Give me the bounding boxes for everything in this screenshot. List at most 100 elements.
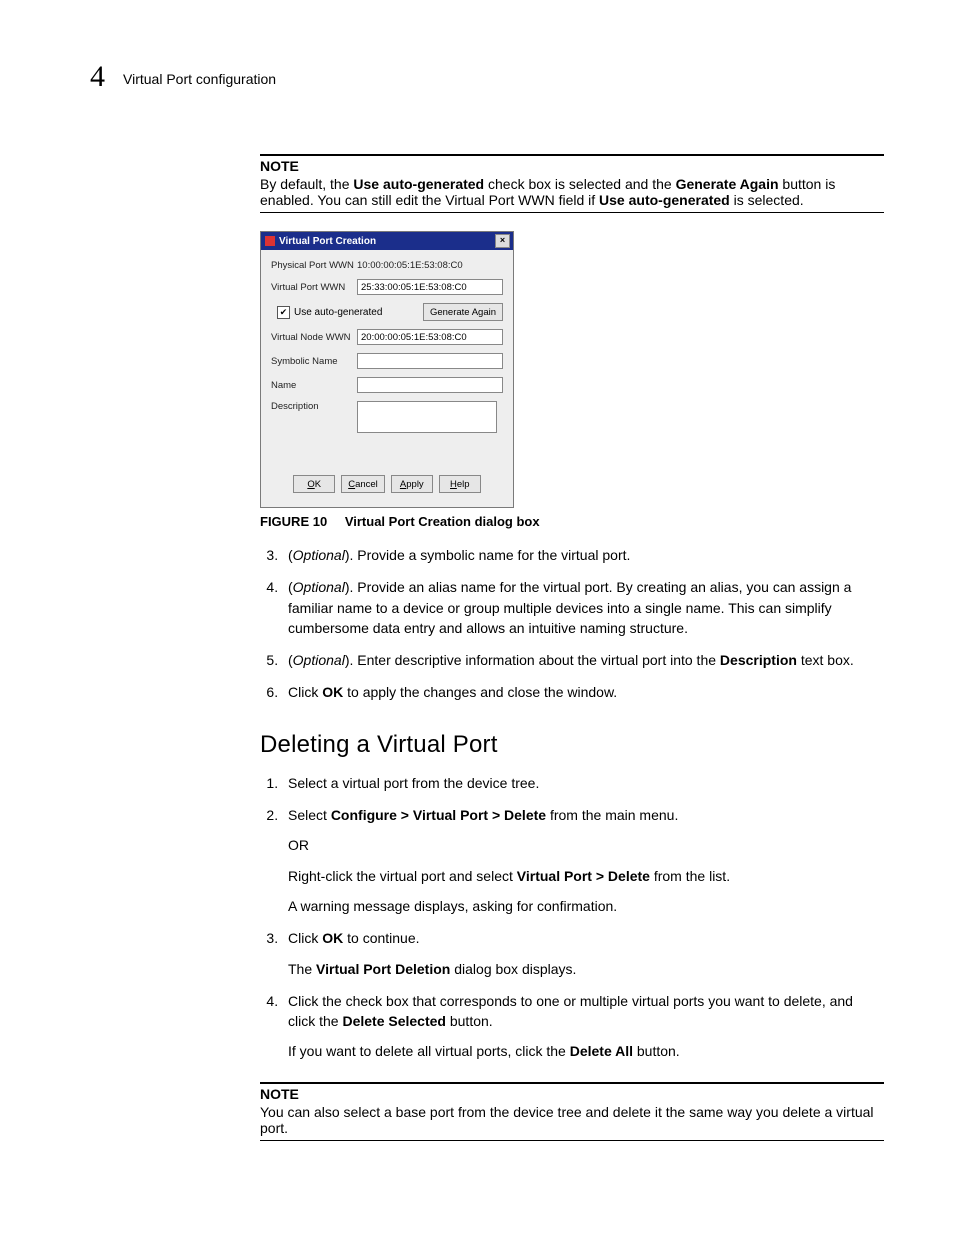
steps-continued: (Optional). Provide a symbolic name for … [260, 545, 884, 703]
label-physical-port-wwn: Physical Port WWN [271, 260, 357, 271]
result-line: The Virtual Port Deletion dialog box dis… [288, 959, 884, 979]
virtual-port-creation-dialog: Virtual Port Creation × Physical Port WW… [260, 231, 514, 508]
row-use-auto-generated: ✔ Use auto-generated Generate Again [277, 303, 503, 321]
text-bold: Delete Selected [342, 1013, 446, 1029]
text-bold: Delete All [570, 1043, 633, 1059]
text: check box is selected and the [484, 176, 675, 192]
text: Right-click the virtual port and select [288, 868, 517, 884]
virtual-node-wwn-input[interactable] [357, 329, 503, 345]
section-heading-deleting: Deleting a Virtual Port [260, 731, 884, 759]
text: Click [288, 684, 322, 700]
text: from the list. [650, 868, 730, 884]
text-ital: Optional [293, 652, 345, 668]
text-bold: Use auto-generated [353, 176, 484, 192]
note2-body: You can also select a base port from the… [260, 1104, 884, 1136]
text: ). Provide a symbolic name for the virtu… [345, 547, 631, 563]
text-ital: Optional [293, 547, 345, 563]
name-input[interactable] [357, 377, 503, 393]
step-6: Click OK to apply the changes and close … [282, 682, 884, 702]
alt-line: Right-click the virtual port and select … [288, 866, 884, 886]
label-use-auto-generated: Use auto-generated [294, 307, 382, 318]
text: text box. [797, 652, 854, 668]
label-description: Description [271, 401, 357, 412]
row-name: Name [271, 377, 503, 393]
note2-rule-bottom [260, 1140, 884, 1141]
text: to continue. [343, 930, 419, 946]
text-bold: Use auto-generated [599, 192, 730, 208]
virtual-port-wwn-input[interactable] [357, 279, 503, 295]
text: button. [633, 1043, 680, 1059]
step-4: (Optional). Provide an alias name for th… [282, 577, 884, 638]
text-bold: Configure > Virtual Port > Delete [331, 807, 546, 823]
step-5: (Optional). Enter descriptive informatio… [282, 650, 884, 670]
ok-button[interactable]: OK [293, 475, 335, 493]
text: Select [288, 807, 331, 823]
page-header: 4 Virtual Port configuration [90, 60, 884, 94]
del-step-1: Select a virtual port from the device tr… [282, 773, 884, 793]
row-symbolic-name: Symbolic Name [271, 353, 503, 369]
row-description: Description [271, 401, 503, 433]
text-ital: Optional [293, 579, 345, 595]
note2-rule-top [260, 1082, 884, 1084]
note-rule-top [260, 154, 884, 156]
text: from the main menu. [546, 807, 678, 823]
value-physical-port-wwn: 10:00:00:05:1E:53:08:C0 [357, 260, 463, 271]
text: The [288, 961, 316, 977]
figure-label: FIGURE 10 [260, 514, 327, 529]
text-bold: Virtual Port > Delete [517, 868, 650, 884]
text: By default, the [260, 176, 353, 192]
text: to apply the changes and close the windo… [343, 684, 617, 700]
cancel-button[interactable]: Cancel [341, 475, 385, 493]
text: dialog box displays. [450, 961, 576, 977]
label-virtual-port-wwn: Virtual Port WWN [271, 282, 357, 293]
text-bold: OK [322, 930, 343, 946]
note-heading: NOTE [260, 158, 884, 174]
text: button. [446, 1013, 493, 1029]
note2-heading: NOTE [260, 1086, 884, 1102]
dialog-body: Physical Port WWN 10:00:00:05:1E:53:08:C… [261, 250, 513, 507]
text-bold: Description [720, 652, 797, 668]
help-button[interactable]: Help [439, 475, 481, 493]
text: Click [288, 930, 322, 946]
dialog-button-row: OK Cancel Apply Help [271, 469, 503, 499]
text: is selected. [730, 192, 804, 208]
note-body: By default, the Use auto-generated check… [260, 176, 884, 208]
symbolic-name-input[interactable] [357, 353, 503, 369]
step-3: (Optional). Provide a symbolic name for … [282, 545, 884, 565]
text: If you want to delete all virtual ports,… [288, 1043, 570, 1059]
del-step-3: Click OK to continue. The Virtual Port D… [282, 928, 884, 979]
text: ). Provide an alias name for the virtual… [288, 579, 851, 636]
label-symbolic-name: Symbolic Name [271, 356, 357, 367]
chapter-number: 4 [90, 60, 105, 94]
row-physical-port-wwn: Physical Port WWN 10:00:00:05:1E:53:08:C… [271, 260, 503, 271]
label-virtual-node-wwn: Virtual Node WWN [271, 332, 357, 343]
close-icon[interactable]: × [495, 234, 510, 248]
row-virtual-port-wwn: Virtual Port WWN [271, 279, 503, 295]
content-area: NOTE By default, the Use auto-generated … [260, 154, 884, 1141]
dialog-title-left: Virtual Port Creation [265, 236, 376, 247]
use-auto-generated-checkbox[interactable]: ✔ [277, 306, 290, 319]
label-name: Name [271, 380, 357, 391]
description-input[interactable] [357, 401, 497, 433]
del-step-2: Select Configure > Virtual Port > Delete… [282, 805, 884, 916]
or-line: OR [288, 835, 884, 855]
del-step-4: Click the check box that corresponds to … [282, 991, 884, 1062]
figure-caption-text: Virtual Port Creation dialog box [345, 514, 540, 529]
app-icon [265, 236, 275, 246]
apply-button[interactable]: Apply [391, 475, 433, 493]
text-bold: Generate Again [676, 176, 779, 192]
text-bold: Virtual Port Deletion [316, 961, 450, 977]
dialog-titlebar: Virtual Port Creation × [261, 232, 513, 250]
steps-deleting: Select a virtual port from the device tr… [260, 773, 884, 1062]
dialog-title-text: Virtual Port Creation [279, 236, 376, 247]
warn-line: A warning message displays, asking for c… [288, 896, 884, 916]
delete-all-line: If you want to delete all virtual ports,… [288, 1041, 884, 1061]
text-bold: OK [322, 684, 343, 700]
row-virtual-node-wwn: Virtual Node WWN [271, 329, 503, 345]
generate-again-button[interactable]: Generate Again [423, 303, 503, 321]
chapter-title: Virtual Port configuration [123, 71, 276, 87]
note-rule-bottom [260, 212, 884, 213]
text: ). Enter descriptive information about t… [345, 652, 720, 668]
page: 4 Virtual Port configuration NOTE By def… [0, 0, 954, 1235]
figure-caption: FIGURE 10 Virtual Port Creation dialog b… [260, 514, 884, 529]
